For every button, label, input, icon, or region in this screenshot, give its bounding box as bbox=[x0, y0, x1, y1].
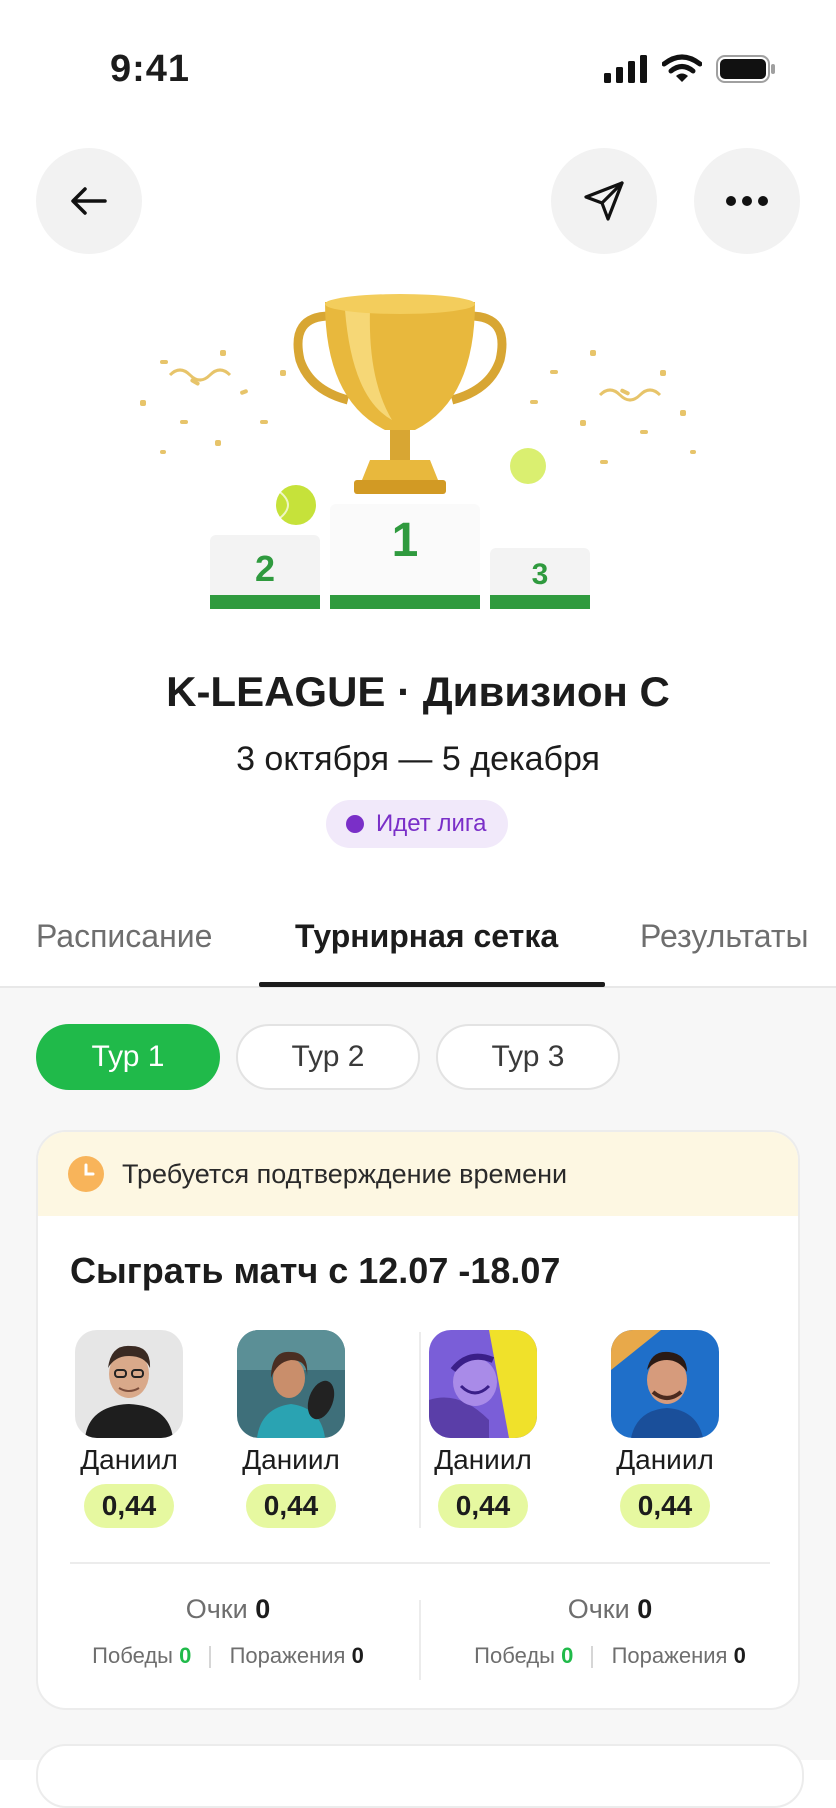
tab-bracket[interactable]: Турнирная сетка bbox=[295, 918, 558, 955]
podium-first: 1 bbox=[392, 514, 419, 567]
avatar bbox=[237, 1330, 345, 1438]
team-record: Победы 0 Поражения 0 bbox=[420, 1643, 798, 1669]
player-1[interactable]: Даниил 0,44 bbox=[64, 1330, 194, 1528]
round-chip-2[interactable]: Тур 2 bbox=[236, 1024, 420, 1090]
status-dot-icon bbox=[346, 815, 364, 833]
player-2[interactable]: Даниил 0,44 bbox=[226, 1330, 356, 1528]
player-4[interactable]: Даниил 0,44 bbox=[600, 1330, 730, 1528]
losses-label: Поражения bbox=[611, 1643, 728, 1668]
clock-icon bbox=[68, 1156, 104, 1192]
player-name: Даниил bbox=[616, 1444, 714, 1475]
player-name: Даниил bbox=[80, 1444, 178, 1475]
tab-results[interactable]: Результаты bbox=[640, 918, 809, 955]
battery-icon bbox=[716, 55, 775, 83]
status-badge-label: Идет лига bbox=[376, 810, 487, 837]
signal-icon bbox=[604, 55, 647, 83]
divider bbox=[70, 1562, 770, 1564]
more-button[interactable] bbox=[694, 148, 800, 254]
next-match-card[interactable] bbox=[36, 1744, 804, 1808]
record-divider bbox=[209, 1646, 212, 1669]
team-points: Очки 0 bbox=[420, 1594, 798, 1625]
league-title: K-LEAGUE · Дивизион С bbox=[166, 668, 670, 715]
wifi-icon bbox=[662, 54, 702, 82]
team-record: Победы 0 Поражения 0 bbox=[38, 1643, 418, 1669]
wins-label: Победы bbox=[92, 1643, 173, 1668]
wins-value: 0 bbox=[561, 1643, 574, 1668]
tab-bar: Расписание Турнирная сетка Результаты bbox=[0, 890, 836, 988]
player-name: Даниил bbox=[242, 1444, 340, 1475]
player-rating: 0,44 bbox=[83, 1484, 175, 1528]
losses-value: 0 bbox=[351, 1643, 364, 1668]
round-chip-3[interactable]: Тур 3 bbox=[436, 1024, 620, 1090]
arrow-left-icon bbox=[71, 187, 107, 215]
tab-schedule[interactable]: Расписание bbox=[36, 918, 212, 955]
avatar bbox=[429, 1330, 537, 1438]
losses-label: Поражения bbox=[229, 1643, 346, 1668]
back-button[interactable] bbox=[36, 148, 142, 254]
player-rating: 0,44 bbox=[437, 1484, 529, 1528]
avatar bbox=[611, 1330, 719, 1438]
trophy-icon bbox=[293, 294, 507, 494]
player-rating: 0,44 bbox=[619, 1484, 711, 1528]
wins-label: Победы bbox=[474, 1643, 555, 1668]
points-label: Очки bbox=[567, 1594, 630, 1624]
tennis-ball-icon bbox=[510, 448, 546, 484]
player-name: Даниил bbox=[434, 1444, 532, 1475]
player-rating: 0,44 bbox=[245, 1484, 337, 1528]
player-3[interactable]: Даниил 0,44 bbox=[418, 1330, 548, 1528]
more-dots-icon bbox=[726, 196, 768, 206]
avatar bbox=[75, 1330, 183, 1438]
trophy-podium-illustration: 2 1 3 bbox=[140, 294, 696, 609]
active-tab-indicator bbox=[259, 982, 605, 987]
match-title: Сыграть матч с 12.07 -18.07 bbox=[70, 1250, 561, 1291]
losses-value: 0 bbox=[733, 1643, 746, 1668]
team-2-stats: Очки 0 Победы 0 Поражения 0 bbox=[420, 1594, 798, 1669]
status-badge: Идет лига bbox=[326, 800, 509, 848]
wins-value: 0 bbox=[179, 1643, 192, 1668]
podium: 2 1 3 bbox=[210, 504, 590, 609]
status-time: 9:41 bbox=[110, 48, 191, 90]
team-1-stats: Очки 0 Победы 0 Поражения 0 bbox=[38, 1594, 418, 1669]
time-confirmation-text: Требуется подтверждение времени bbox=[122, 1158, 568, 1189]
send-icon bbox=[584, 181, 624, 221]
match-card[interactable]: Требуется подтверждение времени Сыграть … bbox=[36, 1130, 800, 1710]
points-value: 0 bbox=[255, 1594, 271, 1624]
round-chip-1[interactable]: Тур 1 bbox=[36, 1024, 220, 1090]
status-icons bbox=[604, 54, 776, 84]
podium-second: 2 bbox=[255, 548, 275, 589]
league-dates: 3 октября — 5 декабря bbox=[236, 740, 600, 778]
record-divider bbox=[591, 1646, 594, 1669]
points-value: 0 bbox=[637, 1594, 653, 1624]
tennis-ball-icon bbox=[276, 485, 316, 525]
time-confirmation-banner[interactable]: Требуется подтверждение времени bbox=[38, 1132, 798, 1216]
share-button[interactable] bbox=[551, 148, 657, 254]
status-bar: 9:41 bbox=[0, 0, 836, 120]
podium-third: 3 bbox=[532, 558, 549, 591]
team-points: Очки 0 bbox=[38, 1594, 418, 1625]
points-label: Очки bbox=[185, 1594, 248, 1624]
